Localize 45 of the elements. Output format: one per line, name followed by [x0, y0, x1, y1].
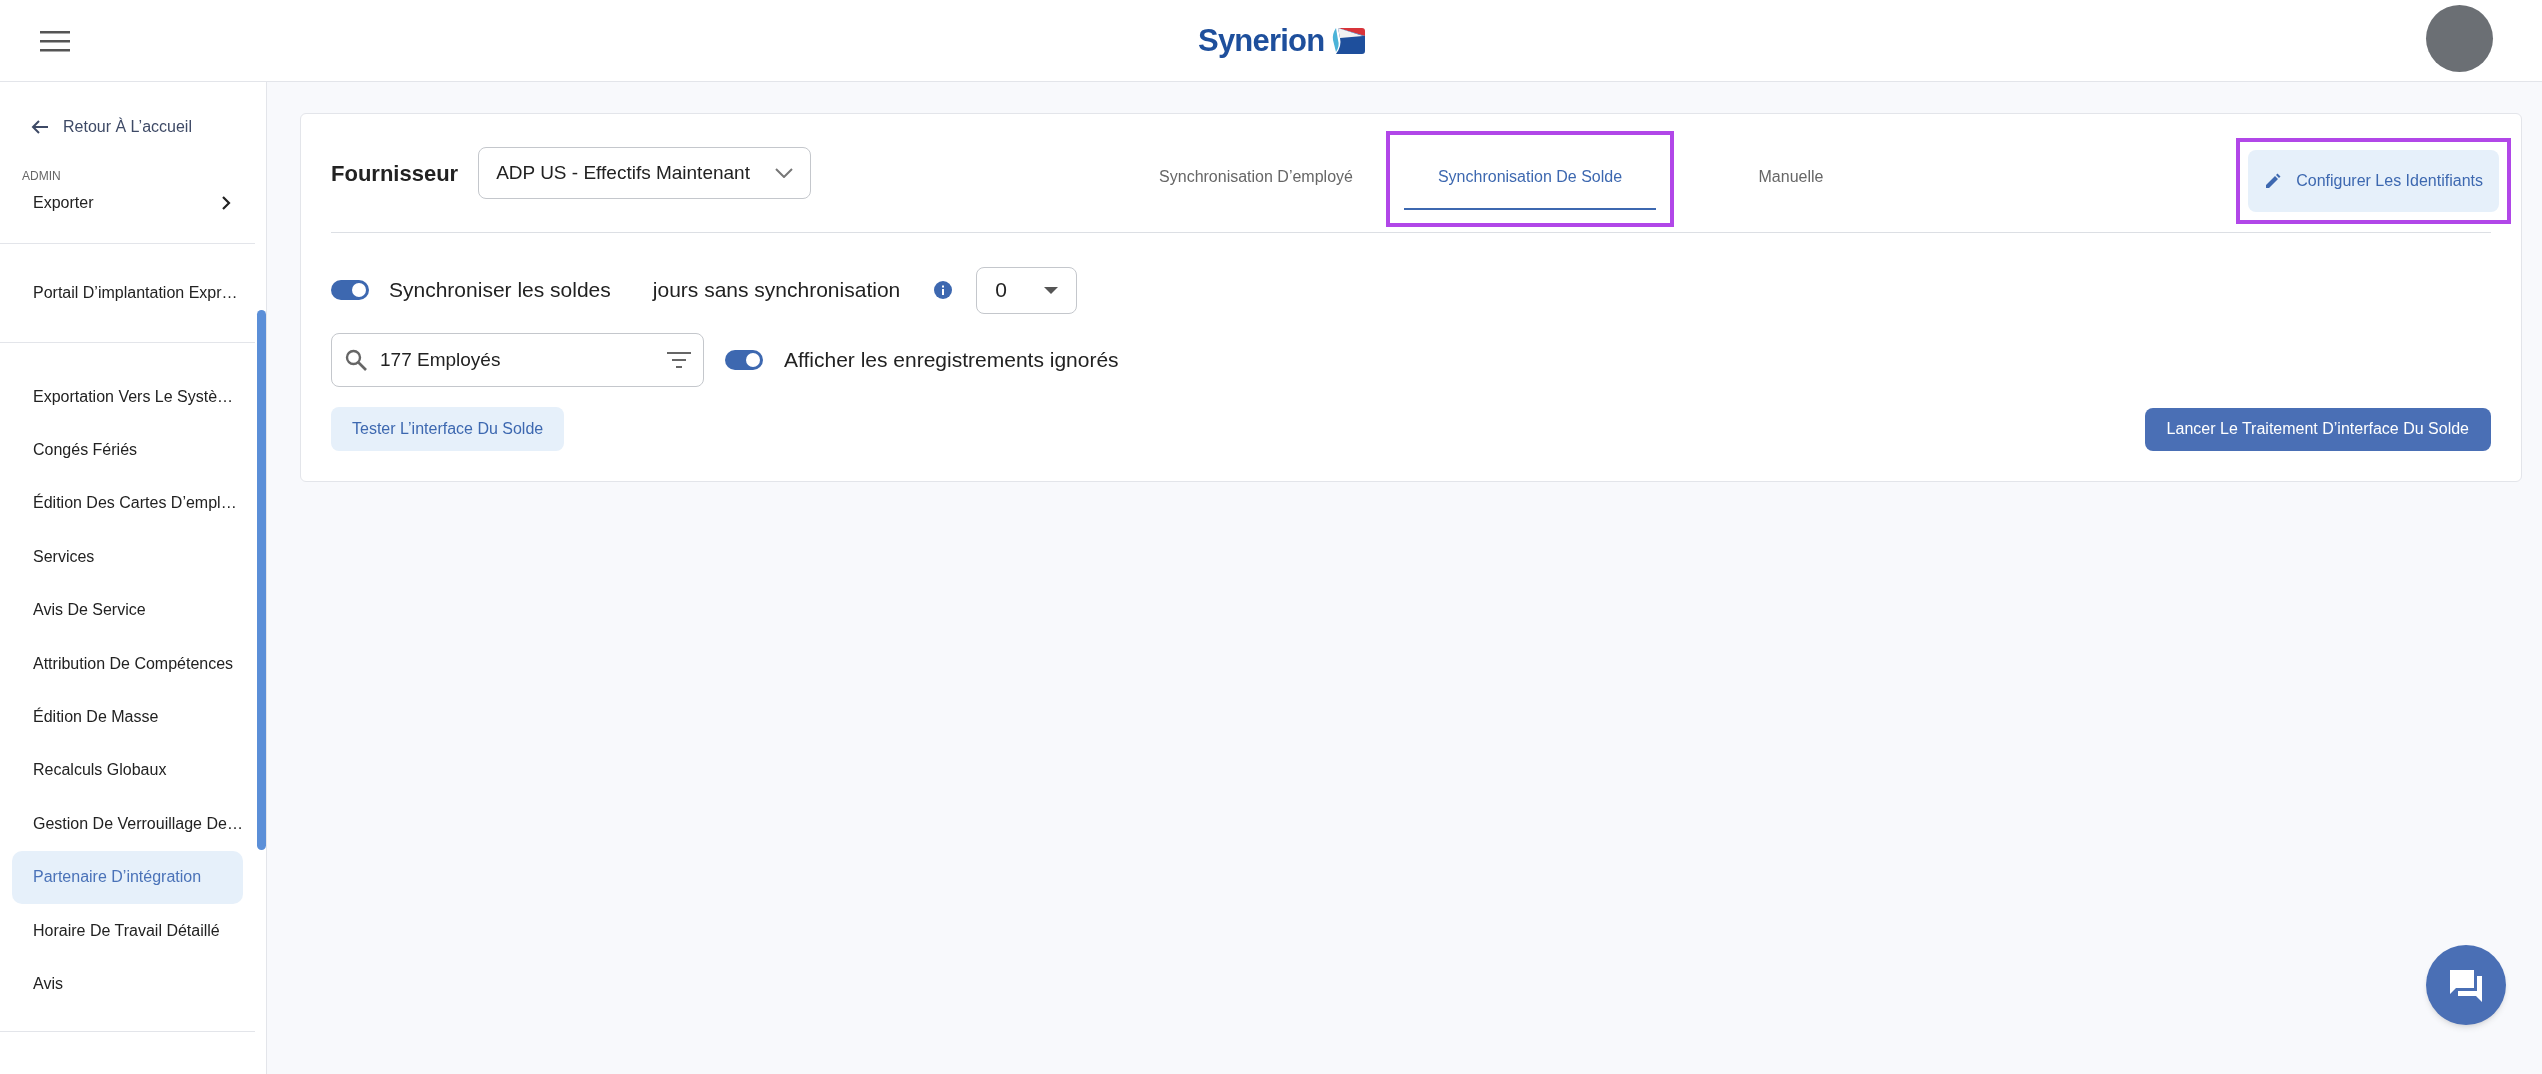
test-interface-button[interactable]: Tester L’interface Du Solde	[331, 407, 565, 451]
tab[interactable]: Manuelle	[1746, 146, 1836, 210]
scrollbar-thumb[interactable]	[257, 310, 266, 850]
sidebar-item[interactable]: Portail D’implantation Expr…	[0, 275, 255, 311]
provider-label: Fournisseur	[331, 159, 459, 188]
toggle-label: Afficher les enregistrements ignorés	[784, 347, 1119, 374]
configure-credentials-button[interactable]: Configurer Les Identifiants	[2248, 150, 2499, 212]
menu-icon[interactable]	[40, 29, 70, 52]
sidebar-item[interactable]: Attribution De Compétences	[12, 636, 243, 691]
back-link[interactable]: Retour À L’accueil	[31, 116, 192, 138]
sidebar-item[interactable]: Édition De Masse	[12, 690, 243, 744]
chat-button[interactable]	[2426, 945, 2506, 1025]
search-field[interactable]: 177 Employés	[331, 333, 704, 387]
days-label: jours sans synchronisation	[652, 277, 901, 304]
tab[interactable]: Synchronisation D’employé	[1147, 146, 1365, 210]
pencil-icon	[2264, 172, 2283, 190]
toggle-switch[interactable]	[331, 280, 369, 300]
chevron-right-icon	[221, 196, 231, 210]
sidebar-item[interactable]: Partenaire D’intégration	[12, 850, 243, 904]
sidebar-item[interactable]: Recalculs Globaux	[12, 743, 243, 798]
sidebar-item[interactable]: Gestion De Verrouillage De…	[12, 797, 243, 851]
logo-text: Synerion	[1198, 22, 1325, 60]
tab[interactable]: Synchronisation De Solde	[1404, 146, 1656, 210]
info-icon[interactable]	[934, 281, 953, 299]
sidebar-item[interactable]: Services	[12, 530, 243, 584]
days-dropdown[interactable]: 0	[976, 266, 1078, 314]
sidebar-item[interactable]: Horaire De Travail Détaillé	[12, 903, 243, 958]
sidebar-item[interactable]: Exporter	[0, 185, 255, 221]
filter-icon[interactable]	[667, 351, 691, 369]
chevron-down-icon	[775, 168, 794, 178]
sidebar-item[interactable]: Congés Fériés	[12, 423, 243, 477]
run-processing-button[interactable]: Lancer Le Traitement D’interface Du Solde	[2144, 407, 2491, 451]
flag-logo-icon	[1330, 26, 1367, 57]
section-label: ADMIN	[22, 168, 61, 185]
arrow-left-icon	[31, 119, 49, 135]
search-icon	[344, 348, 368, 372]
caret-down-icon	[1044, 286, 1059, 294]
provider-dropdown[interactable]: ADP US - Effectifs Maintenant	[478, 147, 812, 199]
sidebar-item[interactable]: Édition Des Cartes D’empl…	[12, 476, 243, 531]
sidebar-item[interactable]: Avis De Service	[12, 583, 243, 637]
chat-bubbles-icon	[2448, 968, 2484, 1002]
sidebar-item[interactable]: Avis	[12, 957, 243, 1011]
sidebar-item[interactable]: Exportation Vers Le Systè…	[12, 370, 243, 424]
toggle-switch[interactable]	[725, 350, 763, 370]
toggle-label: Synchroniser les soldes	[389, 277, 611, 304]
